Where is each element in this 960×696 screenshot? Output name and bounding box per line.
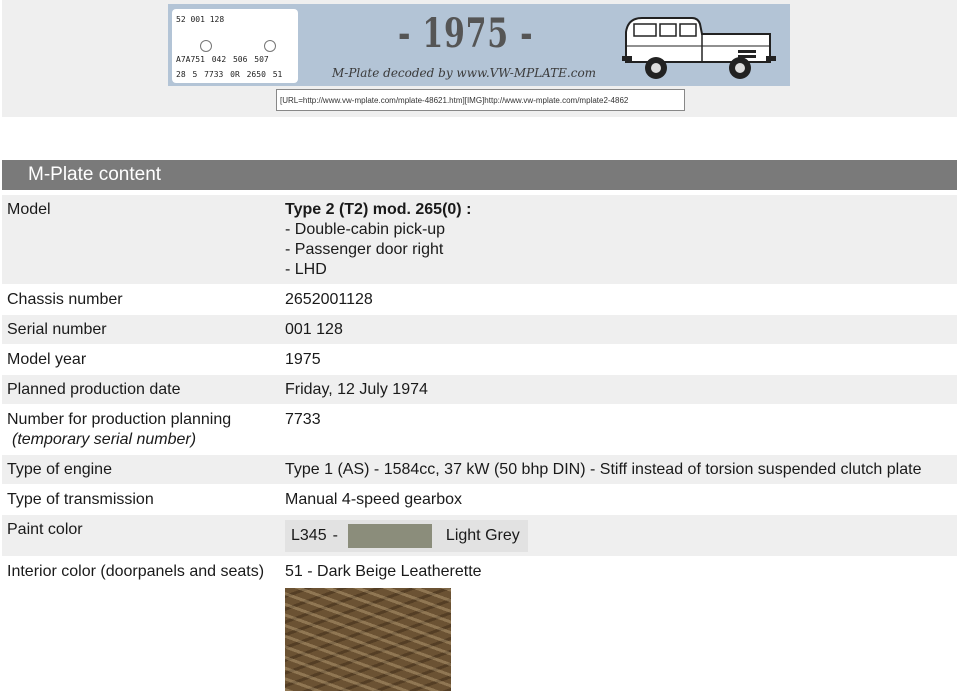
paint-name: Light Grey bbox=[445, 527, 520, 544]
transmission-label: Type of transmission bbox=[7, 491, 154, 508]
mplate-plate: 52 001 128 A7A751 042 506 507 28 5 7733 … bbox=[172, 9, 298, 83]
plate-line-1: 52 001 128 bbox=[176, 15, 225, 24]
planning-number-title: Number for production planning bbox=[7, 411, 232, 428]
production-date-label: Planned production date bbox=[7, 381, 181, 398]
banner-year: - 1975 - bbox=[398, 10, 534, 57]
production-date-value: Friday, 12 July 1974 bbox=[285, 381, 428, 398]
plate-line-3: 28 5 7733 0R 2650 51 bbox=[176, 70, 283, 79]
transmission-value: Manual 4-speed gearbox bbox=[285, 491, 463, 508]
embed-code-field[interactable]: [URL=http://www.vw-mplate.com/mplate-486… bbox=[276, 89, 685, 111]
paint-code: L345 bbox=[291, 527, 327, 544]
mplate-table: Model Type 2 (T2) mod. 265(0) : - Double… bbox=[2, 195, 957, 696]
table-row-production-date: Planned production date Friday, 12 July … bbox=[2, 375, 957, 405]
model-label: Model bbox=[7, 201, 51, 218]
section-title: M-Plate content bbox=[28, 164, 162, 185]
model-year-value: 1975 bbox=[285, 351, 321, 368]
paint-separator: - bbox=[332, 527, 338, 544]
banner-decoded-by: M-Plate decoded by www.VW-MPLATE.com bbox=[332, 66, 597, 80]
interior-value: 51 - Dark Beige Leatherette bbox=[280, 557, 957, 695]
table-row-serial: Serial number 001 128 bbox=[2, 315, 957, 345]
vw-bus-pickup-icon bbox=[622, 17, 776, 79]
chassis-value: 2652001128 bbox=[285, 291, 373, 308]
table-row-engine: Type of engine Type 1 (AS) - 1584cc, 37 … bbox=[2, 455, 957, 485]
planning-number-label: Number for production planning (temporar… bbox=[2, 405, 280, 454]
paint-label: Paint color bbox=[7, 521, 83, 538]
mplate-banner-image[interactable]: 52 001 128 A7A751 042 506 507 28 5 7733 … bbox=[168, 4, 790, 86]
paint-color-chip: L345 - Light Grey bbox=[285, 520, 528, 552]
chassis-label: Chassis number bbox=[7, 291, 123, 308]
model-value: Type 2 (T2) mod. 265(0) : - Double-cabin… bbox=[280, 195, 957, 284]
table-row-transmission: Type of transmission Manual 4-speed gear… bbox=[2, 485, 957, 515]
table-row-planning-number: Number for production planning (temporar… bbox=[2, 405, 957, 455]
interior-value-text: 51 - Dark Beige Leatherette bbox=[285, 563, 482, 580]
table-row-paint: Paint color L345 - Light Grey bbox=[2, 515, 957, 557]
leatherette-sample-image bbox=[285, 588, 451, 691]
table-row-chassis: Chassis number 2652001128 bbox=[2, 285, 957, 315]
table-row-model-year: Model year 1975 bbox=[2, 345, 957, 375]
model-year-label: Model year bbox=[7, 351, 87, 368]
plate-line-2: A7A751 042 506 507 bbox=[176, 55, 269, 64]
planning-number-value: 7733 bbox=[285, 411, 321, 428]
table-row-model: Model Type 2 (T2) mod. 265(0) : - Double… bbox=[2, 195, 957, 285]
engine-label: Type of engine bbox=[7, 461, 112, 478]
table-row-interior: Interior color (doorpanels and seats) 51… bbox=[2, 557, 957, 696]
model-title: Type 2 (T2) mod. 265(0) : bbox=[285, 201, 472, 218]
plate-hole-right bbox=[264, 40, 276, 52]
interior-label: Interior color (doorpanels and seats) bbox=[7, 563, 265, 580]
engine-value: Type 1 (AS) - 1584cc, 37 kW (50 bhp DIN)… bbox=[285, 461, 922, 478]
model-line-2: - Passenger door right bbox=[285, 241, 444, 258]
plate-hole-left bbox=[200, 40, 212, 52]
paint-swatch bbox=[347, 524, 432, 548]
serial-label: Serial number bbox=[7, 321, 107, 338]
model-line-3: - LHD bbox=[285, 261, 327, 278]
planning-number-sublabel: (temporary serial number) bbox=[12, 431, 197, 448]
section-header: M-Plate content bbox=[2, 160, 957, 190]
model-line-1: - Double-cabin pick-up bbox=[285, 221, 446, 238]
serial-value: 001 128 bbox=[285, 321, 343, 338]
paint-value: L345 - Light Grey bbox=[280, 515, 957, 556]
